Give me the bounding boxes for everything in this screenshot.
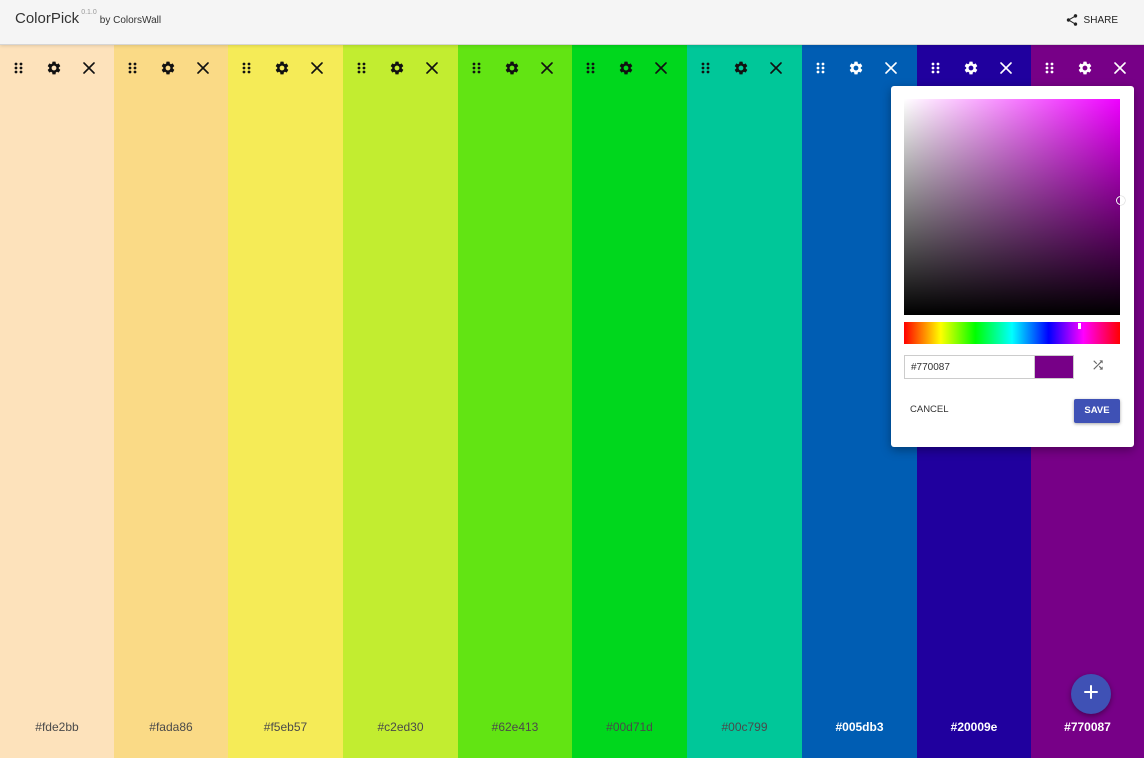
gear-icon[interactable] xyxy=(732,59,750,77)
gear-icon[interactable] xyxy=(847,59,865,77)
column-hex-label: #00d71d xyxy=(606,720,653,734)
close-icon[interactable] xyxy=(423,59,441,77)
color-column[interactable]: #62e413 xyxy=(458,45,572,758)
hex-input[interactable] xyxy=(904,355,1034,379)
gear-icon[interactable] xyxy=(1076,59,1094,77)
color-column[interactable]: #c2ed30 xyxy=(343,45,458,758)
close-icon[interactable] xyxy=(194,59,212,77)
column-hex-label: #c2ed30 xyxy=(377,720,424,734)
close-icon[interactable] xyxy=(882,59,900,77)
column-hex-label: #770087 xyxy=(1064,720,1111,734)
app-version: 0.1.0 xyxy=(81,9,97,16)
color-column[interactable]: #fde2bb xyxy=(0,45,114,758)
hue-handle[interactable] xyxy=(1078,323,1081,329)
brand: ColorPick 0.1.0by ColorsWall xyxy=(15,9,162,28)
column-hex-label: #fada86 xyxy=(149,720,193,734)
drag-handle-icon[interactable] xyxy=(238,59,256,77)
app-name: ColorPick xyxy=(15,10,80,27)
plus-icon xyxy=(1084,684,1098,704)
column-controls xyxy=(572,59,687,77)
gear-icon[interactable] xyxy=(45,59,63,77)
gear-icon[interactable] xyxy=(962,59,980,77)
drag-handle-icon[interactable] xyxy=(353,59,371,77)
column-hex-label: #00c799 xyxy=(721,720,768,734)
close-icon[interactable] xyxy=(997,59,1015,77)
add-color-button[interactable] xyxy=(1071,674,1111,714)
drag-handle-icon[interactable] xyxy=(1041,59,1059,77)
close-icon[interactable] xyxy=(308,59,326,77)
column-hex-label: #fde2bb xyxy=(35,720,79,734)
column-hex-label: #62e413 xyxy=(491,720,539,734)
color-picker-popup: CANCEL SAVE xyxy=(891,86,1134,447)
column-controls xyxy=(687,59,802,77)
share-icon xyxy=(1065,13,1079,27)
column-controls xyxy=(458,59,572,77)
column-controls xyxy=(917,59,1031,77)
shuffle-button[interactable] xyxy=(1089,358,1107,376)
column-controls xyxy=(0,59,114,77)
column-controls xyxy=(228,59,343,77)
gear-icon[interactable] xyxy=(159,59,177,77)
save-button[interactable]: SAVE xyxy=(1074,399,1120,423)
close-icon[interactable] xyxy=(1111,59,1129,77)
drag-handle-icon[interactable] xyxy=(927,59,945,77)
hue-slider[interactable] xyxy=(904,322,1120,344)
gear-icon[interactable] xyxy=(503,59,521,77)
column-hex-label: #20009e xyxy=(950,720,998,734)
gear-icon[interactable] xyxy=(617,59,635,77)
color-column[interactable]: #00d71d xyxy=(572,45,687,758)
drag-handle-icon[interactable] xyxy=(812,59,830,77)
column-controls xyxy=(114,59,228,77)
close-icon[interactable] xyxy=(767,59,785,77)
column-controls xyxy=(1031,59,1144,77)
color-column[interactable]: #f5eb57 xyxy=(228,45,343,758)
close-icon[interactable] xyxy=(652,59,670,77)
color-preview-swatch xyxy=(1034,355,1074,379)
color-column[interactable]: #fada86 xyxy=(114,45,228,758)
drag-handle-icon[interactable] xyxy=(10,59,28,77)
saturation-value-area[interactable] xyxy=(904,99,1125,315)
color-column[interactable]: #00c799 xyxy=(687,45,802,758)
share-label: SHARE xyxy=(1083,14,1118,26)
drag-handle-icon[interactable] xyxy=(468,59,486,77)
column-controls xyxy=(343,59,458,77)
app-byline: by ColorsWall xyxy=(99,15,162,26)
column-hex-label: #f5eb57 xyxy=(263,720,308,734)
gear-icon[interactable] xyxy=(388,59,406,77)
top-bar: ColorPick 0.1.0by ColorsWall SHARE xyxy=(0,0,1144,45)
saturation-handle[interactable] xyxy=(1116,196,1125,205)
close-icon[interactable] xyxy=(538,59,556,77)
drag-handle-icon[interactable] xyxy=(582,59,600,77)
gear-icon[interactable] xyxy=(273,59,291,77)
share-button[interactable]: SHARE xyxy=(1065,13,1118,27)
cancel-button[interactable]: CANCEL xyxy=(904,401,955,419)
column-controls xyxy=(802,59,917,77)
shuffle-icon xyxy=(1091,358,1105,377)
drag-handle-icon[interactable] xyxy=(124,59,142,77)
close-icon[interactable] xyxy=(80,59,98,77)
drag-handle-icon[interactable] xyxy=(697,59,715,77)
column-hex-label: #005db3 xyxy=(835,720,884,734)
